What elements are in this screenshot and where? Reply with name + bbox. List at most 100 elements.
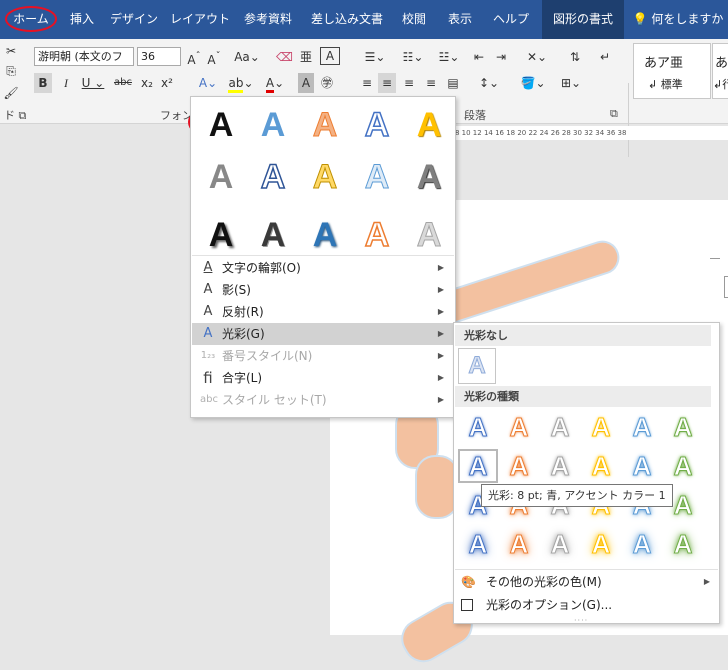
menu-item-stylistic-set[interactable]: abc スタイル セット(T) ▶ [192,389,454,411]
menu-item-glow[interactable]: A 光彩(G) ▶ [192,323,454,345]
increase-indent-icon[interactable]: ⇥ [492,47,510,67]
effect-style-14[interactable]: A [353,213,401,257]
justify-icon[interactable]: ≡ [422,73,440,93]
menu-item-number-style[interactable]: 1₂₃ 番号スタイル(N) ▶ [192,345,454,367]
effect-style-9[interactable]: A [353,155,401,199]
glow-option-r4-c5[interactable]: A [622,527,662,561]
effect-style-2[interactable]: A [249,103,297,147]
tab-help[interactable]: ヘルプ [488,0,534,39]
glow-option-r2-c3[interactable]: A [540,449,580,483]
align-right-icon[interactable]: ≡ [400,73,418,93]
tab-design[interactable]: デザイン [108,0,160,39]
glow-option-r1-c5[interactable]: A [622,410,662,444]
font-size-combo[interactable]: 36 [137,47,181,66]
glow-option-r4-c3[interactable]: A [540,527,580,561]
clear-format-icon[interactable]: ⌫ [276,47,293,67]
show-marks-icon[interactable]: ↵ [596,47,614,67]
glow-option-r4-c2[interactable]: A [499,527,539,561]
align-left-icon[interactable]: ≡ [358,73,376,93]
glow-option-r1-c2[interactable]: A [499,410,539,444]
tab-mailings[interactable]: 差し込み文書 [308,0,386,39]
menu-item-ligature[interactable]: ﬁ 合字(L) ▶ [192,367,454,389]
numbering-icon[interactable]: ☷⌄ [396,47,430,67]
resize-grip-icon[interactable]: ···· [574,616,588,625]
cut-icon[interactable]: ✂ [2,41,20,61]
align-center-icon[interactable]: ≡ [378,73,396,93]
tab-review[interactable]: 校閲 [396,0,432,39]
superscript-icon[interactable]: x² [160,73,174,93]
glow-option-r2-c5[interactable]: A [622,449,662,483]
tab-layout[interactable]: レイアウト [170,0,230,39]
paragraph-launcher-icon[interactable]: ⧉ [610,107,618,121]
font-name-combo[interactable]: 游明朝 (本文のフ [34,47,134,66]
shrink-font-icon[interactable]: Aˇ [206,47,222,67]
effect-style-11[interactable]: A [197,213,245,257]
char-spacing-icon[interactable]: ✕⌄ [522,47,552,67]
effect-style-12[interactable]: A [249,213,297,257]
effect-style-6[interactable]: A [197,155,245,199]
text-effects-menu: A A A A A A A A A A A A A A A A 文字の輪郭(O)… [190,96,456,418]
glow-option-r1-c6[interactable]: A [663,410,703,444]
change-case-icon[interactable]: Aa⌄ [232,47,262,67]
bullets-icon[interactable]: ☰⌄ [358,47,392,67]
highlight-icon[interactable]: ab⌄ [228,73,254,93]
strikethrough-icon[interactable]: abc [112,73,134,93]
effect-style-4[interactable]: A [353,103,401,147]
underline-icon[interactable]: U ⌄ [80,73,106,93]
multilevel-icon[interactable]: ☳⌄ [432,47,466,67]
tab-home[interactable]: ホーム [4,0,58,39]
effect-style-5[interactable]: A [405,103,453,147]
effect-style-15[interactable]: A [405,213,453,257]
sort-icon[interactable]: ⇅ [566,47,584,67]
char-border-icon[interactable]: A [320,47,340,65]
borders-icon[interactable]: ⊞⌄ [556,73,586,93]
copy-icon[interactable]: ⎘ [2,61,20,81]
menu-item-shadow[interactable]: A 影(S) ▶ [192,279,454,301]
menu-item-outline[interactable]: A 文字の輪郭(O) ▶ [192,257,454,279]
glow-option-r2-c4[interactable]: A [581,449,621,483]
effect-style-13[interactable]: A [301,213,349,257]
text-effects-button[interactable]: A⌄ [193,73,223,93]
glow-option-r1-c1[interactable]: A [458,410,498,444]
shading-icon[interactable]: 🪣⌄ [518,73,548,93]
glow-option-r4-c6[interactable]: A [663,527,703,561]
glow-option-r1-c3[interactable]: A [540,410,580,444]
effect-style-7[interactable]: A [249,155,297,199]
line-spacing-icon[interactable]: ↕⌄ [474,73,504,93]
more-glow-colors-item[interactable]: 🎨 その他の光彩の色(M) ▶ [455,571,718,593]
menu-item-reflection[interactable]: A 反射(R) ▶ [192,301,454,323]
effect-style-10[interactable]: A [405,155,453,199]
glow-option-r4-c1[interactable]: A [458,527,498,561]
decrease-indent-icon[interactable]: ⇤ [470,47,488,67]
glow-option-r2-c1[interactable]: A [458,449,498,483]
color-palette-icon: 🎨 [461,575,476,589]
tab-references[interactable]: 参考資料 [240,0,296,39]
subscript-icon[interactable]: x₂ [140,73,154,93]
glow-option-r2-c2[interactable]: A [499,449,539,483]
tell-me-box[interactable]: 💡 何をしますか [632,0,724,39]
bold-icon[interactable]: B [34,73,52,93]
effect-style-8[interactable]: A [301,155,349,199]
char-shading-icon[interactable]: A [298,73,314,93]
effect-style-3[interactable]: A [301,103,349,147]
tab-view[interactable]: 表示 [440,0,480,39]
font-color-icon[interactable]: A⌄ [262,73,288,93]
glow-option-r2-c6[interactable]: A [663,449,703,483]
enclosed-char-icon[interactable]: ㊫ [318,73,336,93]
distribute-icon[interactable]: ▤ [444,73,462,93]
phonetic-guide-icon[interactable]: 亜 [298,47,314,67]
no-glow-option[interactable]: A [458,348,496,384]
style-standard[interactable]: あア亜 ↲ 標準 [633,43,711,99]
glow-options-item[interactable]: 光彩のオプション(G)... [455,594,718,616]
glow-tooltip: 光彩: 8 pt; 青, アクセント カラー 1 [481,484,673,507]
tab-insert[interactable]: 挿入 [64,0,100,39]
effect-style-1[interactable]: A [197,103,245,147]
grow-font-icon[interactable]: Aˆ [186,47,202,67]
tab-shape-format[interactable]: 図形の書式 [542,0,624,39]
glow-option-r4-c4[interactable]: A [581,527,621,561]
style-nospacing[interactable]: あ ↲行 [712,43,728,99]
glow-option-r1-c4[interactable]: A [581,410,621,444]
submenu-arrow-icon: ▶ [437,329,444,338]
italic-icon[interactable]: I [58,73,74,93]
format-painter-icon[interactable]: 🖌 [2,83,20,103]
